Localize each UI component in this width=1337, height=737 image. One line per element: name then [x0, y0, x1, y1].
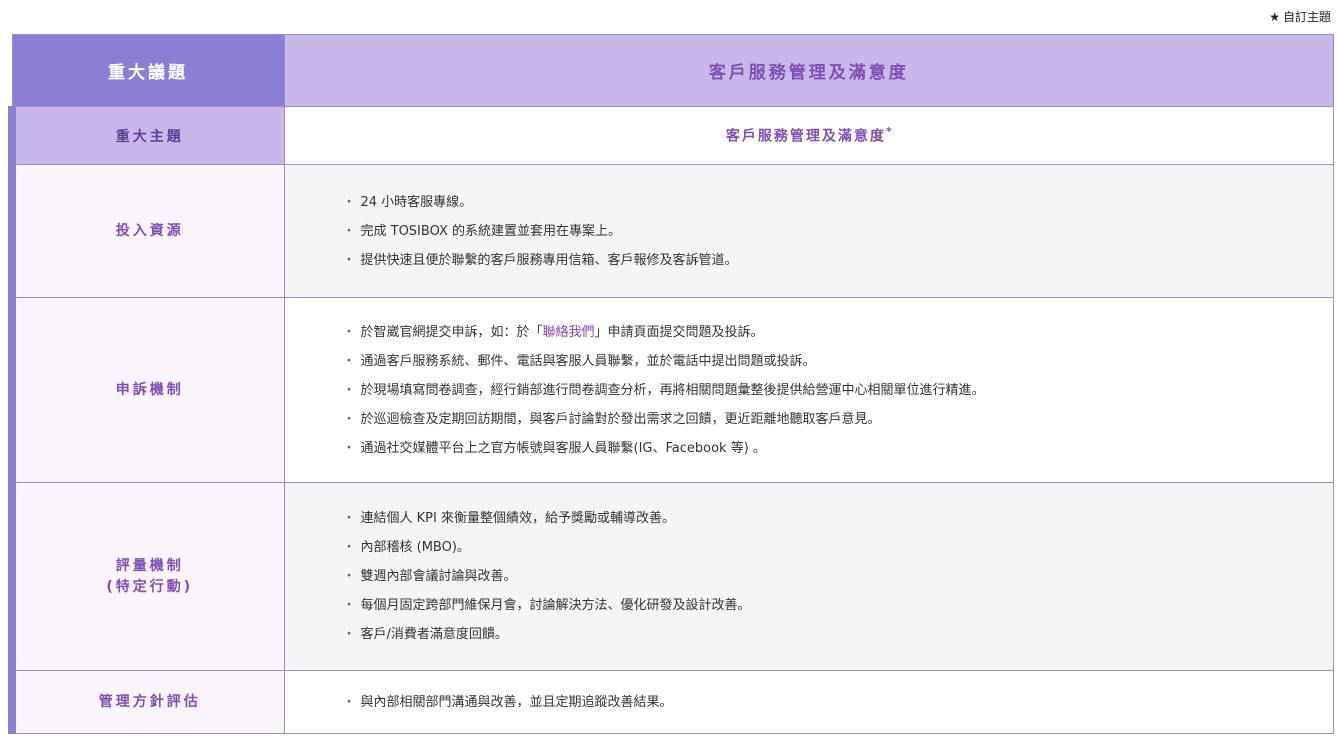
bullet: ・: [342, 194, 356, 210]
subheader-topic-title: 客戶服務管理及滿意度*: [283, 106, 1334, 165]
topic-title-text: 客戶服務管理及滿意度: [725, 128, 886, 145]
table-row-inputs: 投入資源 ・ 24 小時客服專線。 ・完成 TOSIBOX 的系統建置並套用在專案…: [8, 164, 1334, 298]
bullet: ・: [342, 694, 356, 710]
evaluation-list: ・連結個人 KPI 來衡量整個績效，給予獎勵或輔導改善。 ・內部稽核 (MBO)…: [285, 504, 1334, 649]
contact-us-link[interactable]: 聯絡我們: [543, 325, 595, 340]
row-content-inputs: ・ 24 小時客服專線。 ・完成 TOSIBOX 的系統建置並套用在專案上。 ・提…: [283, 164, 1334, 298]
custom-topic-note: ★ 自訂主題: [1269, 8, 1331, 25]
list-item: ・連結個人 KPI 來衡量整個績效，給予獎勵或輔導改善。: [343, 504, 1334, 533]
row-content-complaint: ・於智崴官網提交申訴，如：於「聯絡我們」申請頁面提交問題及投訴。 ・通過客戶服務…: [283, 297, 1334, 483]
list-item: ・雙週內部會議討論與改善。: [343, 562, 1334, 591]
table-row-complaint: 申訴機制 ・於智崴官網提交申訴，如：於「聯絡我們」申請頁面提交問題及投訴。 ・通…: [8, 297, 1334, 483]
bullet: ・: [342, 569, 356, 584]
bullet: ・: [342, 252, 356, 268]
bullet: ・: [342, 598, 356, 613]
list-item: ・內部稽核 (MBO)。: [343, 533, 1334, 562]
list-item: ・每個月固定跨部門維保月會，討論解決方法、優化研發及設計改善。: [343, 591, 1334, 620]
row-content-evaluation: ・連結個人 KPI 來衡量整個績效，給予獎勵或輔導改善。 ・內部稽核 (MBO)…: [283, 482, 1334, 671]
row-content-management: ・與內部相關部門溝通與改善，並且定期追蹤改善結果。: [283, 670, 1334, 734]
list-item: ・完成 TOSIBOX 的系統建置並套用在專案上。: [343, 217, 1334, 246]
bullet: ・: [342, 223, 356, 239]
list-item: ・於現場填寫問卷調查，經行銷部進行問卷調查分析，再將相關問題彙整後提供給營運中心…: [343, 376, 1334, 405]
bullet: ・: [342, 540, 356, 555]
list-item: ・於智崴官網提交申訴，如：於「聯絡我們」申請頁面提交問題及投訴。: [343, 318, 1334, 347]
list-item: ・通過社交媒體平台上之官方帳號與客服人員聯繫(IG、Facebook 等) 。: [343, 434, 1334, 463]
list-item: ・通過客戶服務系統、郵件、電話與客服人員聯繫，並於電話中提出問題或投訴。: [343, 347, 1334, 376]
bullet: ・: [342, 324, 356, 340]
evaluation-label-line1: 評量機制: [115, 557, 184, 574]
custom-topic-label: 自訂主題: [1282, 10, 1331, 24]
material-topic-table: 重大議題 客戶服務管理及滿意度 重大主題 客戶服務管理及滿意度* 投入資源 ・ 2…: [8, 34, 1334, 734]
table-row-evaluation: 評量機制 (特定行動) ・連結個人 KPI 來衡量整個績效，給予獎勵或輔導改善。…: [8, 482, 1334, 671]
bullet: ・: [342, 627, 356, 642]
row-label-complaint: 申訴機制: [8, 297, 285, 483]
bullet: ・: [342, 511, 356, 526]
row-label-management: 管理方針評估: [8, 670, 285, 734]
bullet: ・: [342, 382, 356, 398]
bullet: ・: [342, 353, 356, 369]
inputs-list: ・ 24 小時客服專線。 ・完成 TOSIBOX 的系統建置並套用在專案上。 ・提…: [285, 188, 1334, 275]
evaluation-label-line2: (特定行動): [106, 578, 194, 595]
header-issue-title: 客戶服務管理及滿意度: [283, 34, 1334, 107]
table-row-management: 管理方針評估 ・與內部相關部門溝通與改善，並且定期追蹤改善結果。: [8, 670, 1334, 734]
complaint-list: ・於智崴官網提交申訴，如：於「聯絡我們」申請頁面提交問題及投訴。 ・通過客戶服務…: [285, 318, 1334, 463]
custom-topic-marker: *: [885, 125, 892, 139]
list-item: ・於巡迴檢查及定期回訪期間，與客戶討論對於發出需求之回饋，更近距離地聽取客戶意見…: [343, 405, 1334, 434]
subheader-row: 重大主題 客戶服務管理及滿意度*: [8, 106, 1334, 165]
row-label-inputs: 投入資源: [8, 164, 285, 298]
table-header-row: 重大議題 客戶服務管理及滿意度: [11, 34, 1334, 107]
list-item: ・ 24 小時客服專線。: [343, 188, 1334, 217]
row-label-evaluation: 評量機制 (特定行動): [8, 482, 285, 671]
star-icon: ★: [1269, 9, 1280, 24]
header-material-issue: 重大議題: [11, 34, 285, 107]
list-item: ・與內部相關部門溝通與改善，並且定期追蹤改善結果。: [343, 688, 1334, 717]
bullet: ・: [342, 440, 356, 456]
management-list: ・與內部相關部門溝通與改善，並且定期追蹤改善結果。: [285, 688, 1334, 717]
bullet: ・: [342, 411, 356, 427]
list-item: ・客戶/消費者滿意度回饋。: [343, 620, 1334, 649]
list-item: ・提供快速且便於聯繫的客戶服務專用信箱、客戶報修及客訴管道。: [343, 246, 1334, 275]
subheader-material-topic: 重大主題: [8, 106, 285, 165]
